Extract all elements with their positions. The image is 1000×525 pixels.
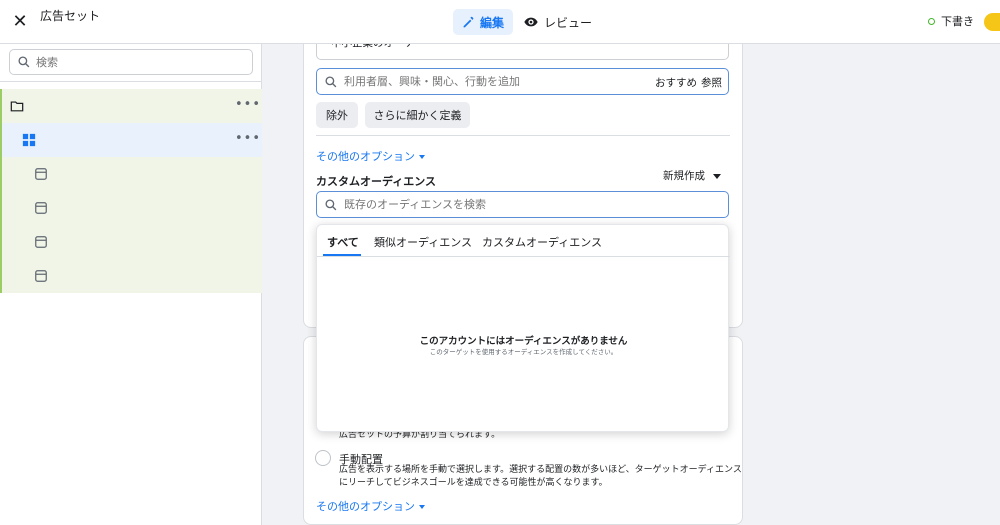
eye-icon: [524, 17, 538, 27]
sidebar-search-input[interactable]: [36, 55, 236, 69]
custom-audience-title: カスタムオーディエンス: [316, 175, 437, 188]
manual-placement-desc-1: 広告を表示する場所を手動で選択します。選択する配置の数が多いほど、ターゲットオー…: [339, 465, 742, 475]
tree-item-adset[interactable]: •••: [0, 123, 262, 157]
custom-audience-input[interactable]: [344, 198, 684, 211]
more-options-link-placement[interactable]: その他のオプション: [316, 498, 425, 514]
page-title: 広告セット: [40, 9, 101, 23]
empty-state-title: このアカウントにはオーディエンスがありません: [419, 336, 628, 347]
exclude-button[interactable]: 除外: [316, 102, 358, 128]
folder-icon: [10, 101, 24, 112]
divider: [0, 81, 262, 82]
tree-item-ad[interactable]: [0, 157, 262, 191]
tab-edit-label: 編集: [480, 15, 505, 30]
more-options-label: その他のオプション: [316, 150, 415, 163]
tab-review-label: レビュー: [544, 15, 593, 30]
more-options-icon[interactable]: •••: [235, 97, 261, 112]
manual-placement-desc-2: にリーチしてビジネスゴールを達成できる可能性が高くなります。: [339, 478, 608, 488]
ad-icon: [35, 236, 47, 248]
pencil-icon: [463, 16, 474, 27]
tab-edit[interactable]: 編集: [453, 9, 514, 35]
tab-review[interactable]: レビュー: [515, 9, 601, 35]
grid-icon: [22, 133, 36, 147]
audience-dropdown: すべて 類似オーディエンス カスタムオーディエンス このアカウントにはオーディエ…: [316, 224, 730, 432]
search-icon: [18, 56, 30, 68]
campaign-tree: ••• •••: [0, 89, 262, 293]
divider: [316, 135, 730, 136]
tab-lookalike[interactable]: 類似オーディエンス: [374, 234, 472, 250]
tab-all[interactable]: すべて: [327, 234, 359, 250]
active-tab-indicator: [323, 254, 361, 256]
top-bar: ✕ 広告セット 編集 レビュー 下書き: [0, 0, 1000, 44]
toggle-switch[interactable]: [984, 13, 1000, 31]
ad-icon: [35, 168, 47, 180]
suggestions-link[interactable]: おすすめ: [655, 75, 697, 90]
close-icon[interactable]: ✕: [10, 12, 30, 32]
more-options-icon[interactable]: •••: [235, 131, 261, 146]
caret-down-icon: [713, 173, 721, 179]
status-dot-icon: [928, 17, 935, 25]
tree-item-ad[interactable]: [0, 191, 262, 225]
search-icon: [325, 75, 337, 87]
caret-down-icon: [419, 505, 425, 509]
dropdown-tabs: すべて 類似オーディエンス カスタムオーディエンス: [317, 225, 730, 257]
tree-item-ad[interactable]: [0, 225, 262, 259]
more-options-label: その他のオプション: [316, 500, 415, 513]
more-options-link[interactable]: その他のオプション: [316, 148, 425, 164]
caret-down-icon: [419, 155, 425, 159]
tree-item-ad[interactable]: [0, 259, 262, 293]
draft-label: 下書き: [941, 15, 974, 28]
create-new-dropdown[interactable]: 新規作成: [663, 168, 721, 183]
empty-state-subtitle: このターゲットを使用するオーディエンスを作成してください。: [429, 348, 618, 356]
custom-audience-search[interactable]: [316, 191, 729, 218]
tree-item-campaign[interactable]: •••: [0, 89, 262, 123]
narrow-audience-button[interactable]: さらに細かく定義: [365, 102, 470, 128]
create-new-label: 新規作成: [663, 170, 705, 182]
search-icon: [325, 198, 337, 210]
manual-placement-radio[interactable]: [315, 450, 331, 466]
draft-status: 下書き: [928, 13, 974, 29]
ad-icon: [35, 202, 47, 214]
sidebar: ••• •••: [0, 44, 262, 525]
sidebar-search[interactable]: [9, 49, 253, 75]
ad-icon: [35, 270, 47, 282]
tab-custom[interactable]: カスタムオーディエンス: [482, 234, 602, 250]
detailed-targeting-search[interactable]: おすすめ 参照: [316, 68, 729, 95]
detailed-targeting-input[interactable]: [344, 75, 604, 88]
browse-link[interactable]: 参照: [701, 75, 722, 90]
